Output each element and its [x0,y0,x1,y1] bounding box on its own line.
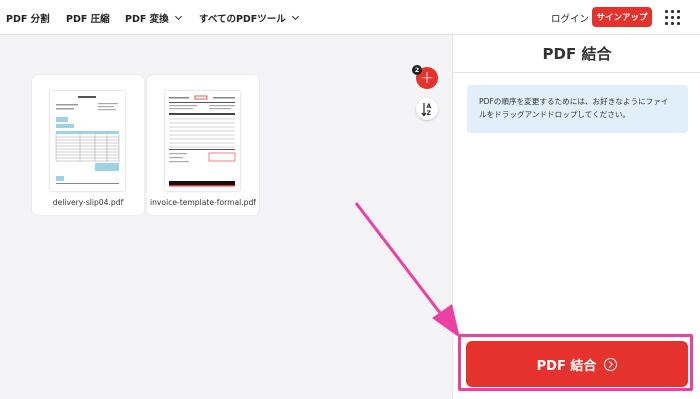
file-name: invoice-template-formal.pdf [150,198,256,207]
pdf-thumbnail [50,91,125,191]
login-link[interactable]: ログイン [551,0,589,35]
nav-all-tools-label: すべてのPDFツール [199,13,286,25]
nav-compress-pdf-label: PDF 圧縮 [66,13,110,25]
file-count-badge: 2 [412,65,422,75]
highlight-box [458,334,693,391]
plus-icon: + [419,68,435,88]
pdf-thumbnail [165,91,240,191]
info-message: PDFの順序を変更するためには、お好きなようにファイルをドラッグアンドドロップし… [467,85,688,133]
svg-text:A: A [427,103,432,110]
chevron-down-icon [291,12,299,20]
sidebar-title: PDF 結合 [453,35,700,73]
signup-button[interactable]: サインアップ [592,7,652,27]
nav-convert-pdf-label: PDF 変換 [125,13,169,25]
nav-split-pdf-label: PDF 分割 [6,13,50,25]
nav-compress-pdf[interactable]: PDF 圧縮 [66,0,110,35]
sort-az-icon: A Z [421,103,432,117]
nav-split-pdf[interactable]: PDF 分割 [6,0,50,35]
file-card[interactable]: delivery-slip04.pdf [32,75,144,215]
nav-convert-pdf[interactable]: PDF 変換 [125,0,182,35]
chevron-down-icon [174,12,182,20]
nav-all-tools[interactable]: すべてのPDFツール [199,0,299,35]
top-navigation: PDF 分割 PDF 圧縮 PDF 変換 すべてのPDFツール ログイン サイン… [0,0,700,35]
apps-grid-icon[interactable] [665,10,680,25]
file-workspace: delivery-slip04.pdf invoice-template-for… [0,35,452,399]
file-card[interactable]: invoice-template-formal.pdf [147,75,259,215]
sort-az-button[interactable]: A Z [416,98,438,120]
svg-text:Z: Z [427,110,432,117]
file-name: delivery-slip04.pdf [52,198,124,207]
